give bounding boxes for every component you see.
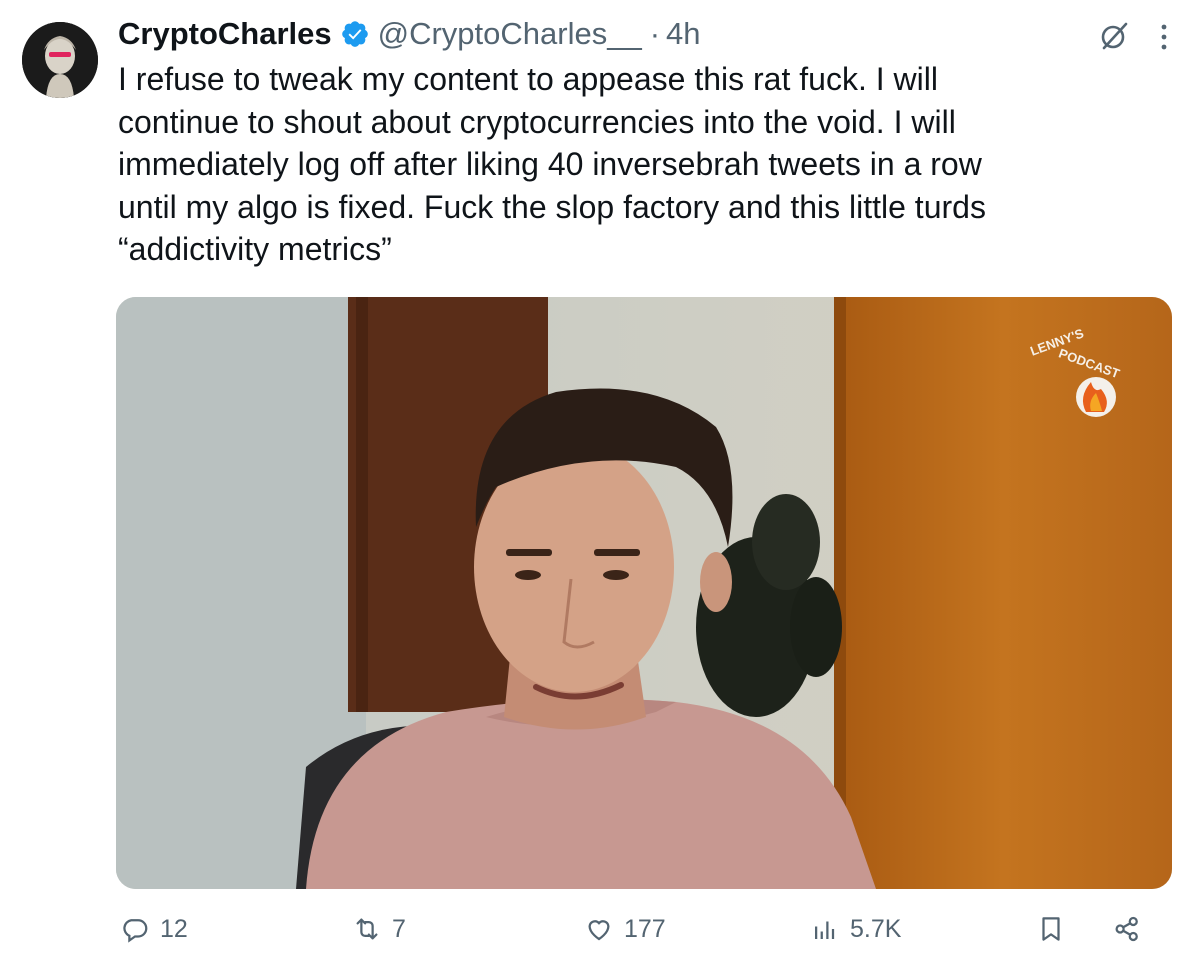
repost-count: 7 — [392, 914, 406, 943]
share-button[interactable] — [1112, 912, 1152, 946]
display-name[interactable]: CryptoCharles — [118, 16, 332, 52]
timestamp[interactable]: 4h — [666, 16, 700, 52]
tweet-header: CryptoCharles @CryptoCharles__ · 4h — [118, 14, 701, 54]
tweet-media-image[interactable]: LENNY'S PODCAST — [116, 297, 1172, 889]
user-handle[interactable]: @CryptoCharles__ — [378, 16, 642, 52]
grok-icon[interactable] — [1098, 20, 1130, 52]
repost-button[interactable]: 7 — [352, 912, 406, 946]
more-options-icon[interactable] — [1158, 22, 1170, 52]
reply-count: 12 — [160, 914, 188, 943]
bookmark-icon — [1042, 917, 1060, 941]
like-button[interactable]: 177 — [584, 912, 666, 946]
verified-badge-icon — [340, 19, 370, 49]
tweet-actions: 12 7 177 5.7K — [0, 900, 1200, 956]
tweet: CryptoCharles @CryptoCharles__ · 4h I re… — [0, 0, 1200, 956]
like-count: 177 — [624, 914, 666, 943]
video-frame: LENNY'S PODCAST — [116, 297, 1172, 889]
avatar-image — [22, 22, 98, 98]
reply-button[interactable]: 12 — [120, 912, 188, 946]
share-icon — [1115, 916, 1138, 942]
repost-icon — [356, 918, 378, 940]
views-count: 5.7K — [850, 914, 902, 943]
views-chart-icon — [815, 921, 835, 939]
tweet-text: I refuse to tweak my content to appease … — [118, 61, 986, 267]
avatar[interactable] — [22, 22, 98, 98]
views-button[interactable]: 5.7K — [810, 912, 901, 946]
separator-dot: · — [649, 16, 661, 51]
bookmark-button[interactable] — [1036, 912, 1076, 946]
heart-icon — [588, 920, 610, 941]
reply-icon — [123, 919, 148, 943]
